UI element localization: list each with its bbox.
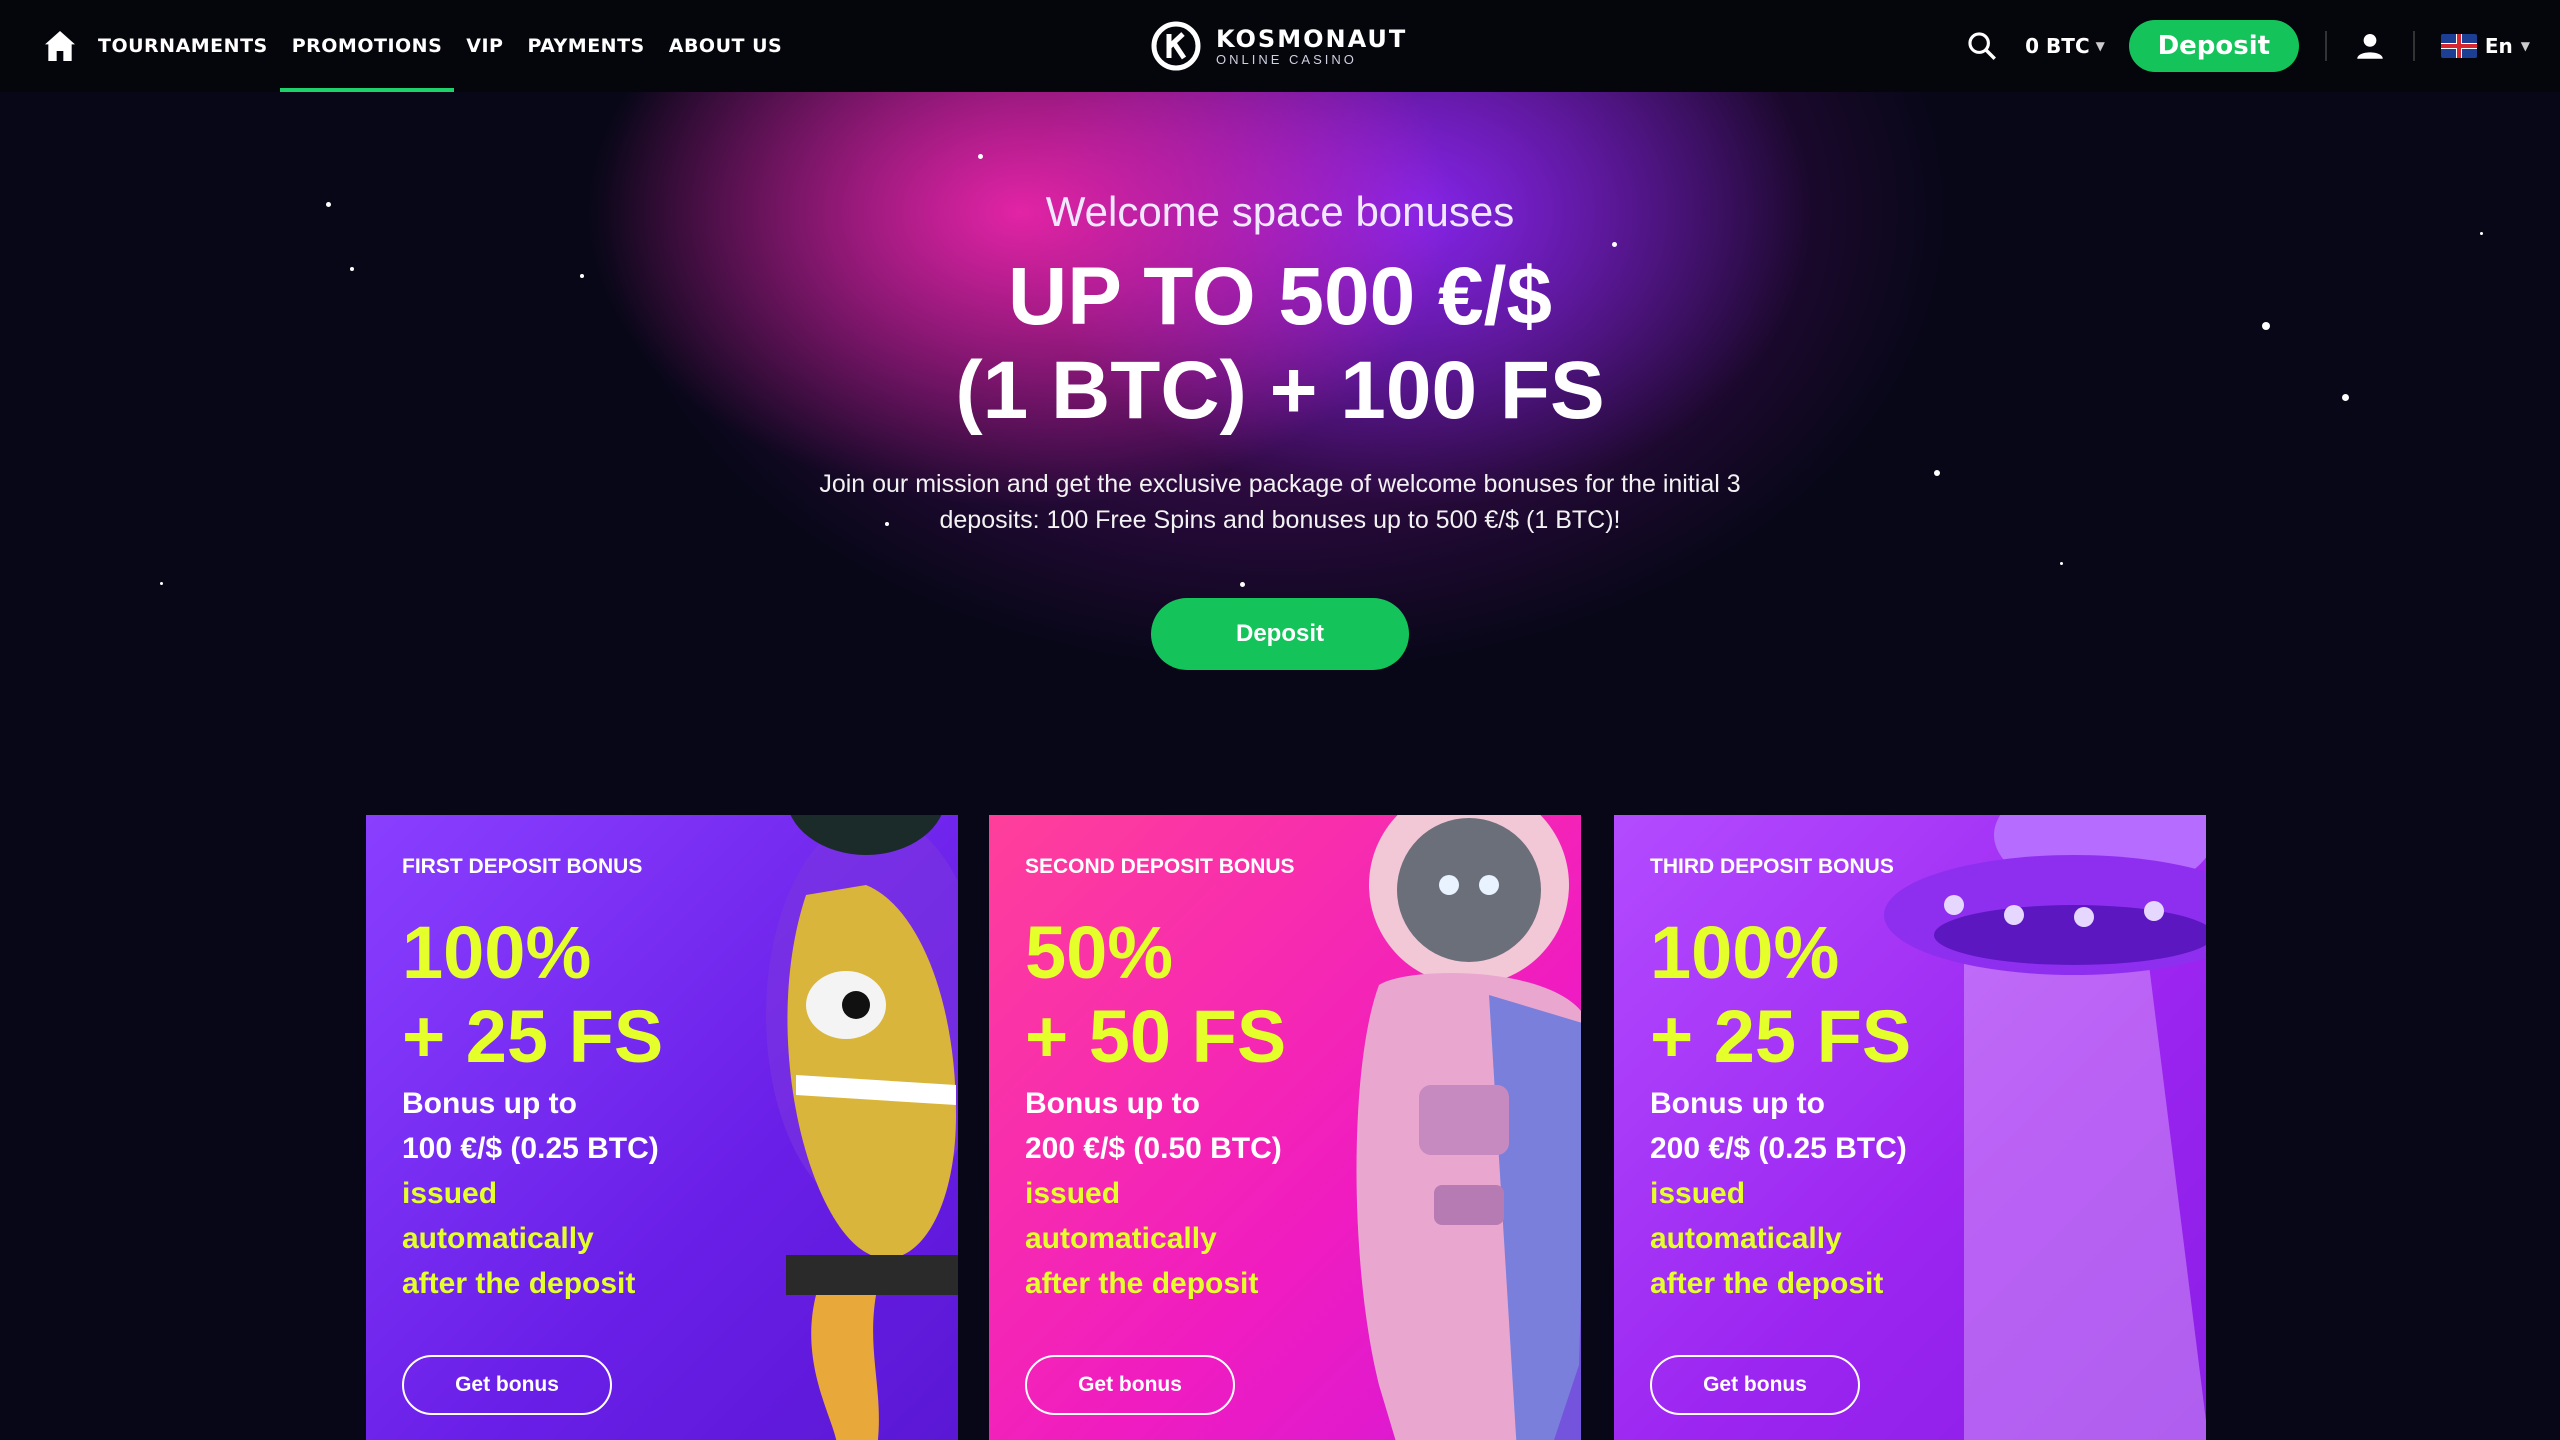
card-title: FIRST DEPOSIT BONUS bbox=[402, 855, 643, 878]
card-bonus-label: Bonus up to bbox=[1025, 1087, 1200, 1120]
language-selector[interactable]: En ▼ bbox=[2440, 34, 2530, 58]
user-icon[interactable] bbox=[2353, 29, 2387, 63]
card-bonus-amount: 200 €/$ (0.25 BTC) bbox=[1650, 1132, 1907, 1165]
card-free-spins: + 50 FS bbox=[1025, 995, 1287, 1078]
card-free-spins: + 25 FS bbox=[1650, 995, 1912, 1078]
card-note: after the deposit bbox=[402, 1267, 636, 1300]
star bbox=[978, 154, 983, 159]
card-note: issued bbox=[402, 1177, 498, 1210]
nav-payments[interactable]: PAYMENTS bbox=[527, 0, 644, 92]
language-label: En bbox=[2484, 34, 2513, 58]
header-actions: 0 BTC ▼ Deposit En ▼ bbox=[1965, 0, 2530, 92]
uk-flag-icon bbox=[2440, 34, 2477, 58]
star bbox=[1612, 242, 1617, 247]
logo-name: KOSMONAUT bbox=[1216, 24, 1408, 53]
chevron-down-icon: ▼ bbox=[2095, 39, 2105, 53]
kosmonaut-logo-icon bbox=[1151, 21, 1201, 71]
card-free-spins: + 25 FS bbox=[402, 995, 664, 1078]
card-offer: 100% + 25 FS bbox=[1650, 911, 1911, 1079]
nav-tournaments[interactable]: TOURNAMENTS bbox=[98, 0, 268, 92]
card-offer: 50% + 50 FS bbox=[1025, 911, 1286, 1079]
bonus-card-first: FIRST DEPOSIT BONUS 100% + 25 FS Bonus u… bbox=[366, 815, 958, 1440]
divider bbox=[2412, 31, 2415, 61]
nav-vip[interactable]: VIP bbox=[466, 0, 503, 92]
hero-headline-line1: UP TO 500 €/$ bbox=[1008, 251, 1552, 342]
chevron-down-icon: ▼ bbox=[2520, 39, 2530, 53]
home-icon[interactable] bbox=[40, 26, 80, 66]
hero-description-line1: Join our mission and get the exclusive p… bbox=[819, 470, 1741, 498]
nav-about-us[interactable]: ABOUT US bbox=[669, 0, 782, 92]
balance-value: 0 BTC bbox=[2025, 34, 2090, 58]
card-title: SECOND DEPOSIT BONUS bbox=[1025, 855, 1295, 878]
card-percent: 100% bbox=[1650, 911, 1840, 994]
card-bonus-label: Bonus up to bbox=[1650, 1087, 1825, 1120]
header-deposit-button[interactable]: Deposit bbox=[2128, 20, 2299, 72]
card-note: after the deposit bbox=[1650, 1267, 1884, 1300]
card-note: after the deposit bbox=[1025, 1267, 1259, 1300]
hero-headline: UP TO 500 €/$ (1 BTC) + 100 FS bbox=[0, 250, 2560, 438]
card-description: Bonus up to 200 €/$ (0.25 BTC) issued au… bbox=[1650, 1081, 2030, 1306]
search-icon[interactable] bbox=[1965, 29, 1999, 63]
hero-deposit-button[interactable]: Deposit bbox=[1151, 598, 1409, 670]
hero-welcome-text: Welcome space bonuses bbox=[1045, 188, 1515, 235]
card-note: automatically bbox=[1650, 1222, 1842, 1255]
card-note: issued bbox=[1650, 1177, 1746, 1210]
hero-description: Join our mission and get the exclusive p… bbox=[0, 466, 2560, 538]
card-percent: 100% bbox=[402, 911, 592, 994]
divider bbox=[2324, 31, 2327, 61]
bonus-card-third: THIRD DEPOSIT BONUS 100% + 25 FS Bonus u… bbox=[1614, 815, 2206, 1440]
card-title: THIRD DEPOSIT BONUS bbox=[1650, 855, 1894, 878]
get-bonus-button[interactable]: Get bonus bbox=[402, 1355, 612, 1415]
top-navigation-bar: TOURNAMENTS PROMOTIONS VIP PAYMENTS ABOU… bbox=[0, 0, 2560, 92]
hero-description-line2: deposits: 100 Free Spins and bonuses up … bbox=[939, 506, 1621, 534]
card-note: issued bbox=[1025, 1177, 1121, 1210]
card-description: Bonus up to 100 €/$ (0.25 BTC) issued au… bbox=[402, 1081, 782, 1306]
get-bonus-button[interactable]: Get bonus bbox=[1650, 1355, 1860, 1415]
star bbox=[1240, 582, 1245, 587]
card-offer: 100% + 25 FS bbox=[402, 911, 663, 1079]
card-bonus-amount: 200 €/$ (0.50 BTC) bbox=[1025, 1132, 1282, 1165]
card-note: automatically bbox=[402, 1222, 594, 1255]
balance-selector[interactable]: 0 BTC ▼ bbox=[2025, 34, 2105, 58]
get-bonus-button[interactable]: Get bonus bbox=[1025, 1355, 1235, 1415]
logo-tagline: ONLINE CASINO bbox=[1216, 51, 1357, 67]
bonus-card-second: SECOND DEPOSIT BONUS 50% + 50 FS Bonus u… bbox=[989, 815, 1581, 1440]
card-bonus-label: Bonus up to bbox=[402, 1087, 577, 1120]
site-logo[interactable]: KOSMONAUT ONLINE CASINO bbox=[1150, 20, 1407, 72]
star bbox=[2060, 562, 2063, 565]
main-nav: TOURNAMENTS PROMOTIONS VIP PAYMENTS ABOU… bbox=[98, 0, 782, 92]
nav-promotions[interactable]: PROMOTIONS bbox=[279, 0, 454, 92]
card-bonus-amount: 100 €/$ (0.25 BTC) bbox=[402, 1132, 659, 1165]
card-description: Bonus up to 200 €/$ (0.50 BTC) issued au… bbox=[1025, 1081, 1405, 1306]
hero-headline-line2: (1 BTC) + 100 FS bbox=[955, 345, 1605, 436]
card-percent: 50% bbox=[1025, 911, 1174, 994]
card-note: automatically bbox=[1025, 1222, 1217, 1255]
star bbox=[160, 582, 163, 585]
